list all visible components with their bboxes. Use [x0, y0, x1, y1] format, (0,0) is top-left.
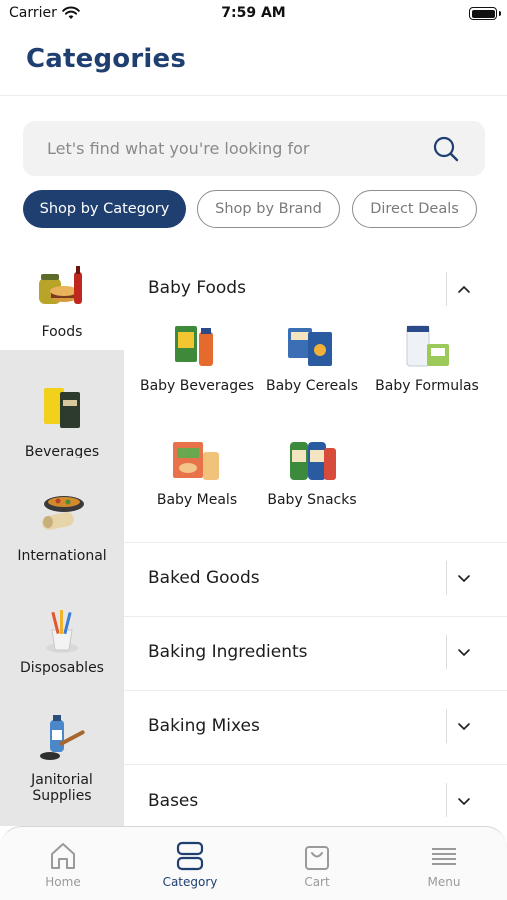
section-title: Baby Foods: [148, 278, 246, 298]
section-header-baking-mixes[interactable]: Baking Mixes: [124, 690, 507, 764]
international-foods-image: [42, 496, 84, 530]
home-icon: [51, 843, 75, 869]
disposables-image: [46, 610, 78, 653]
section-title: Bases: [148, 791, 199, 811]
tab-menu[interactable]: Menu: [381, 841, 507, 889]
foods-image: [39, 266, 82, 304]
baby-cereals-image: [288, 328, 332, 366]
section-title: Baked Goods: [148, 568, 260, 588]
baby-snacks-image: [290, 442, 336, 480]
status-time: 7:59 AM: [221, 5, 286, 21]
page-title: Categories: [26, 44, 187, 74]
chip-shop-by-category[interactable]: Shop by Category: [23, 190, 186, 228]
search-input[interactable]: [47, 135, 427, 161]
bottom-tab-bar: Home Category Cart Menu: [0, 826, 507, 900]
subcategory-baby-formulas[interactable]: Baby Formulas: [369, 322, 485, 394]
section-divider: [446, 272, 447, 306]
status-bar: Carrier 7:59 AM: [0, 0, 507, 28]
beverages-image: [44, 388, 80, 428]
section-header-baby-foods[interactable]: Baby Foods: [124, 252, 507, 326]
sidebar-item-label: Foods: [41, 324, 83, 340]
subcategory-label: Baby Beverages: [139, 378, 255, 394]
chevron-down-icon[interactable]: [456, 794, 472, 810]
category-icon: [176, 841, 204, 871]
header-divider: [0, 95, 507, 96]
tab-cart[interactable]: Cart: [254, 841, 380, 889]
chevron-down-icon[interactable]: [456, 719, 472, 735]
tab-category[interactable]: Category: [127, 841, 253, 889]
chevron-down-icon[interactable]: [456, 571, 472, 587]
baby-beverages-image: [175, 326, 213, 366]
subcategory-baby-snacks[interactable]: Baby Snacks: [254, 436, 370, 508]
baby-formulas-image: [406, 325, 449, 367]
sidebar-item-beverages[interactable]: Beverages: [0, 350, 124, 460]
section-divider: [446, 561, 447, 595]
subcategory-baby-cereals[interactable]: Baby Cereals: [254, 322, 370, 394]
search-icon[interactable]: [431, 134, 461, 164]
search-bar[interactable]: [23, 121, 485, 176]
sidebar-item-label: Janitorial Supplies: [31, 772, 93, 804]
sidebar-item-janitorial-supplies[interactable]: Janitorial Supplies: [0, 692, 124, 826]
cart-icon: [305, 846, 329, 870]
subcategory-label: Baby Meals: [156, 492, 238, 508]
section-divider: [446, 709, 447, 743]
subcategory-baby-beverages[interactable]: Baby Beverages: [139, 322, 255, 394]
subcategory-label: Baby Cereals: [265, 378, 359, 394]
section-title: Baking Mixes: [148, 716, 260, 736]
section-header-baked-goods[interactable]: Baked Goods: [124, 542, 507, 616]
chevron-down-icon[interactable]: [456, 645, 472, 661]
subcategory-label: Baby Snacks: [267, 492, 357, 508]
tab-label: Menu: [427, 875, 461, 889]
tab-label: Home: [45, 875, 81, 889]
chip-direct-deals[interactable]: Direct Deals: [352, 190, 477, 228]
tab-label: Cart: [304, 875, 330, 889]
section-header-bases[interactable]: Bases: [124, 764, 507, 826]
sidebar-item-label: Disposables: [20, 660, 104, 676]
subcategory-baby-meals[interactable]: Baby Meals: [139, 436, 255, 508]
tab-label: Category: [162, 875, 218, 889]
janitorial-image: [40, 715, 85, 760]
section-divider: [446, 635, 447, 669]
section-header-baking-ingredients[interactable]: Baking Ingredients: [124, 616, 507, 690]
subcategory-label: Baby Formulas: [375, 378, 479, 394]
sidebar-item-disposables[interactable]: Disposables: [0, 564, 124, 692]
category-sidebar: Foods Beverages International Foods Dis: [0, 242, 124, 826]
battery-icon: [469, 7, 501, 20]
chevron-up-icon[interactable]: [456, 281, 472, 297]
sidebar-item-foods[interactable]: Foods: [0, 242, 124, 350]
tab-home[interactable]: Home: [0, 841, 126, 889]
chip-shop-by-brand[interactable]: Shop by Brand: [197, 190, 340, 228]
category-content: Baby Foods Baby Beverages Baby Cereals B…: [124, 242, 507, 826]
sidebar-item-international-foods[interactable]: International Foods: [0, 458, 124, 580]
baby-meals-image: [173, 442, 219, 480]
section-title: Baking Ingredients: [148, 642, 308, 662]
menu-icon: [432, 848, 456, 865]
section-divider: [446, 783, 447, 817]
